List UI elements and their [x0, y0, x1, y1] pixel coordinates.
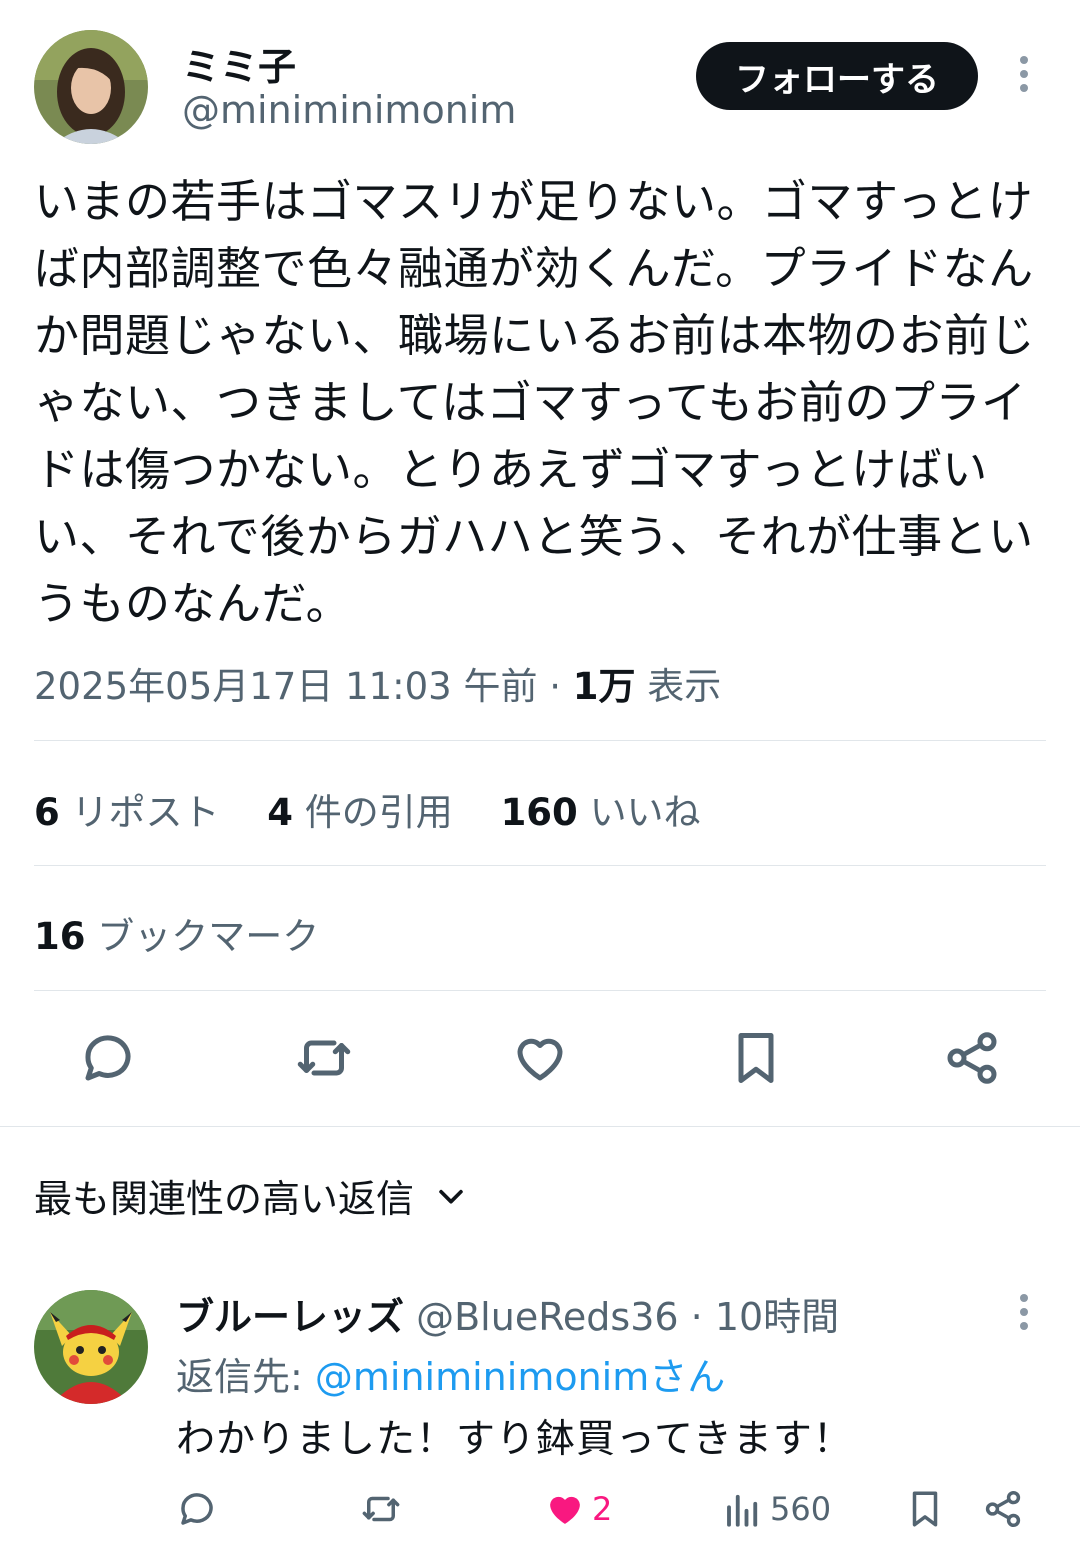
section-separator — [0, 1126, 1080, 1127]
reply-to-mention[interactable]: @miniminimonimさん — [315, 1355, 725, 1399]
replies-sort-label: 最も関連性の高い返信 — [34, 1177, 415, 1221]
meta-separator: · — [549, 665, 562, 708]
author-avatar[interactable] — [34, 30, 148, 144]
likes-stat[interactable]: 160 いいね — [501, 791, 701, 834]
reply-to-prefix: 返信先: — [176, 1355, 315, 1399]
reply-author-avatar[interactable] — [34, 1290, 148, 1404]
reply-like-count: 2 — [592, 1490, 613, 1528]
analytics-icon — [727, 1494, 758, 1527]
divider — [34, 865, 1046, 866]
author-display-name[interactable]: ミミ子 — [182, 36, 296, 91]
quotes-stat[interactable]: 4 件の引用 — [267, 791, 453, 834]
bookmark-icon[interactable] — [724, 1026, 788, 1090]
reply-time[interactable]: 10時間 — [715, 1295, 839, 1339]
tweet-text: いまの若手はゴマスリが足りない。ゴマすっとけば内部調整で色々融通が効くんだ。プラ… — [34, 175, 1036, 630]
more-options-icon[interactable] — [1014, 56, 1034, 92]
share-icon[interactable] — [940, 1026, 1004, 1090]
engagement-stats: 6 リポスト 4 件の引用 160 いいね — [34, 782, 737, 836]
reply-share-icon[interactable] — [982, 1484, 1024, 1534]
like-icon[interactable] — [508, 1026, 572, 1090]
reply-more-options-icon[interactable] — [1014, 1294, 1034, 1330]
tweet-timestamp[interactable]: 2025年05月17日 11:03 午前 — [34, 665, 537, 708]
reply-views-button[interactable]: 560 — [722, 1484, 831, 1534]
reply-text: わかりました！すり鉢買ってきます！ — [176, 1417, 853, 1462]
reply-views-count: 560 — [770, 1490, 832, 1528]
chevron-down-icon — [439, 1189, 463, 1204]
reply-repost-icon[interactable] — [360, 1484, 402, 1534]
author-handle[interactable]: @miniminimonim — [182, 88, 516, 132]
reply-header: ブルーレッズ @BlueReds36 · 10時間 — [176, 1286, 839, 1341]
reply-like-button[interactable]: 2 — [544, 1484, 612, 1534]
reply-to-line: 返信先: @miniminimonimさん — [176, 1346, 725, 1401]
divider — [34, 740, 1046, 741]
views-count: 1万 — [572, 665, 636, 708]
divider — [34, 990, 1046, 991]
reposts-stat[interactable]: 6 リポスト — [34, 791, 220, 834]
reply-author-name[interactable]: ブルーレッズ — [176, 1295, 404, 1339]
follow-button[interactable]: フォローする — [696, 42, 978, 110]
replies-sort-dropdown[interactable]: 最も関連性の高い返信 — [34, 1168, 468, 1223]
reply-bookmark-icon[interactable] — [904, 1484, 946, 1534]
reply-icon[interactable] — [76, 1026, 140, 1090]
reply-reply-icon[interactable] — [176, 1484, 218, 1534]
reply-author-handle[interactable]: @BlueReds36 — [416, 1295, 678, 1339]
reply-separator: · — [690, 1295, 703, 1339]
repost-icon[interactable] — [292, 1026, 356, 1090]
heart-filled-icon — [550, 1496, 580, 1524]
bookmarks-stat: 16 ブックマーク — [34, 915, 320, 958]
tweet-meta: 2025年05月17日 11:03 午前 · 1万 表示 — [34, 656, 721, 710]
views-label: 表示 — [647, 665, 722, 708]
